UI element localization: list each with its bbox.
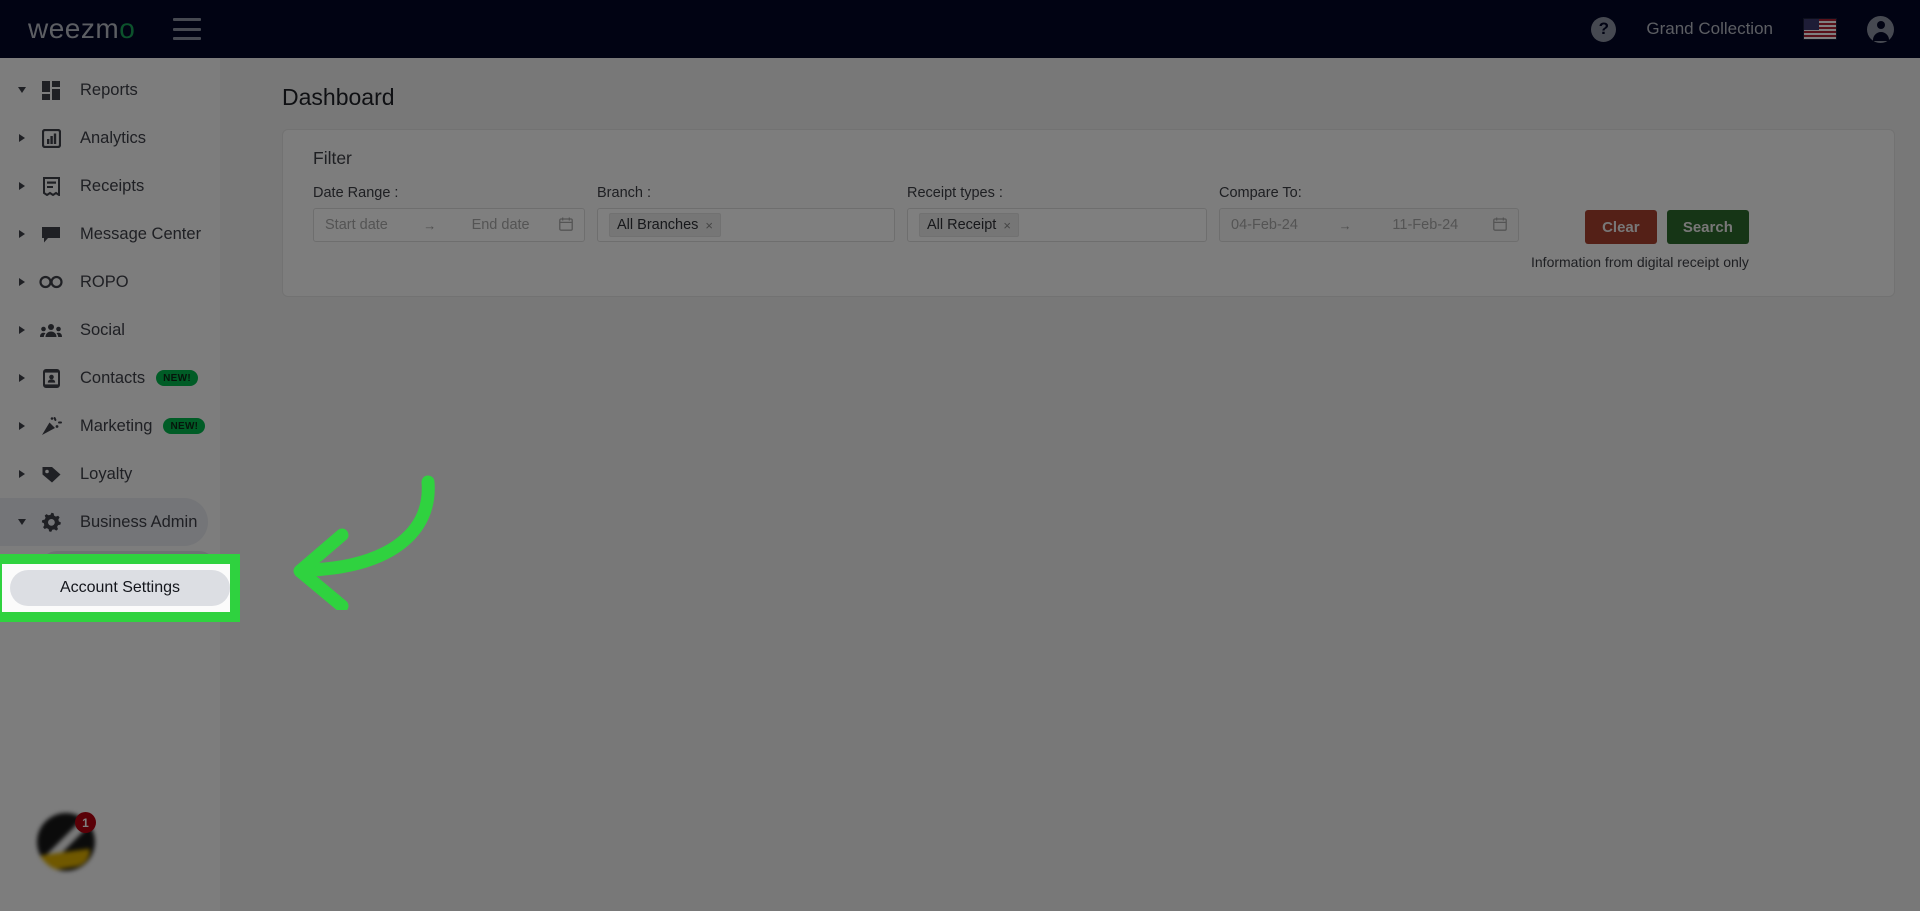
account-avatar-icon[interactable]	[1867, 15, 1894, 43]
badge-new: NEW!	[156, 370, 198, 386]
date-range-input[interactable]: Start date → End date	[313, 208, 585, 242]
sidebar-item-analytics[interactable]: Analytics	[0, 114, 208, 162]
filter-buttons-row: Clear Search	[1584, 210, 1749, 244]
receipt-types-select[interactable]: All Receipt ×	[907, 208, 1207, 242]
contact-card-icon	[36, 368, 66, 388]
compare-to-label: Compare To:	[1219, 185, 1302, 201]
highlighted-account-settings-label[interactable]: Account Settings	[10, 570, 230, 606]
sidebar-item-label: Message Center	[80, 224, 202, 243]
app-root: weezm o ? Grand Collection Reports Analy…	[0, 0, 1920, 911]
main-content: Dashboard Filter Date Range : Start date…	[220, 58, 1920, 911]
party-popper-icon	[36, 416, 66, 436]
compare-to-field: Compare To: 04-Feb-24 → 11-Feb-24	[1219, 185, 1519, 242]
receipt-icon	[36, 176, 66, 196]
chevron-right-icon	[14, 230, 30, 238]
chat-bubble-icon	[36, 225, 66, 244]
sidebar-item-receipts[interactable]: Receipts	[0, 162, 208, 210]
date-range-field: Date Range : Start date → End date	[313, 185, 585, 242]
sidebar-item-message-center[interactable]: Message Center	[0, 210, 208, 258]
filter-panel: Filter Date Range : Start date → End dat…	[282, 129, 1895, 297]
sidebar-item-label: Business Admin	[80, 512, 198, 531]
logo-accent-text: o	[119, 13, 136, 44]
compare-start-date[interactable]: 04-Feb-24	[1231, 217, 1298, 233]
chevron-right-icon	[14, 278, 30, 286]
chevron-right-icon	[14, 326, 30, 334]
sidebar-item-contacts[interactable]: Contacts NEW!	[0, 354, 208, 402]
top-navigation-bar: weezm o ? Grand Collection	[0, 0, 1920, 58]
chat-avatar-swoosh	[40, 848, 92, 871]
chevron-right-icon	[14, 374, 30, 382]
sidebar-item-label: Marketing	[80, 416, 153, 435]
sidebar-item-business-admin[interactable]: Business Admin	[0, 498, 208, 546]
infinity-icon	[36, 275, 66, 289]
sidebar-item-reports[interactable]: Reports	[0, 66, 208, 114]
people-group-icon	[36, 323, 66, 338]
sidebar-item-ropo[interactable]: ROPO	[0, 258, 208, 306]
account-name-label: Grand Collection	[1646, 19, 1773, 38]
close-icon[interactable]: ×	[705, 218, 713, 233]
weezmo-logo[interactable]: weezm o	[28, 13, 135, 45]
branch-tag-label: All Branches	[617, 217, 699, 233]
sidebar-item-social[interactable]: Social	[0, 306, 208, 354]
hamburger-line	[173, 27, 202, 31]
filter-panel-title: Filter	[313, 148, 352, 168]
filter-controls-row: Date Range : Start date → End date Branc…	[313, 185, 1864, 270]
chevron-down-icon	[14, 519, 30, 525]
sidebar-item-loyalty[interactable]: Loyalty	[0, 450, 208, 498]
tag-icon	[36, 465, 66, 484]
sidebar-item-label: Analytics	[80, 128, 147, 147]
bar-chart-icon	[36, 128, 66, 148]
date-range-label: Date Range :	[313, 185, 399, 201]
sidebar-item-label: Social	[80, 320, 125, 339]
sidebar-item-label: Loyalty	[80, 464, 133, 483]
highlight-box-account-settings[interactable]: Account Settings	[0, 554, 240, 622]
chevron-right-icon	[14, 470, 30, 478]
branch-field: Branch : All Branches ×	[597, 185, 895, 242]
notification-badge: 1	[75, 812, 96, 833]
close-icon[interactable]: ×	[1003, 218, 1011, 233]
badge-new: NEW!	[163, 418, 206, 434]
dashboard-grid-icon	[36, 80, 66, 100]
sidebar-navigation: Reports Analytics Receipts Message Cente…	[0, 58, 220, 911]
sidebar-item-label: Receipts	[80, 176, 145, 195]
sidebar-item-label: ROPO	[80, 272, 129, 291]
chevron-right-icon	[14, 134, 30, 142]
branch-label: Branch :	[597, 185, 651, 201]
flag-canton	[1804, 19, 1819, 30]
chevron-down-icon	[14, 87, 30, 93]
hamburger-menu-icon[interactable]	[173, 18, 202, 40]
compare-to-input[interactable]: 04-Feb-24 → 11-Feb-24	[1219, 208, 1519, 242]
chevron-right-icon	[14, 182, 30, 190]
receipt-type-tag: All Receipt ×	[919, 213, 1019, 237]
gear-icon	[36, 512, 66, 533]
date-range-separator-icon: →	[423, 217, 437, 233]
hamburger-line	[173, 18, 202, 21]
sidebar-item-marketing[interactable]: Marketing NEW!	[0, 402, 208, 450]
filter-note: Information from digital receipt only	[1531, 254, 1749, 270]
branch-tag: All Branches ×	[609, 213, 721, 237]
start-date-placeholder[interactable]: Start date	[325, 217, 388, 233]
sidebar-item-label: Contacts	[80, 368, 146, 387]
hamburger-line	[173, 37, 202, 40]
branch-select[interactable]: All Branches ×	[597, 208, 895, 242]
us-flag-icon[interactable]	[1803, 18, 1837, 40]
logo-text: weezm	[28, 13, 120, 44]
receipt-types-label: Receipt types :	[907, 185, 1003, 201]
receipt-type-tag-label: All Receipt	[927, 217, 997, 233]
calendar-icon[interactable]	[559, 217, 573, 233]
topbar-right-group: ? Grand Collection	[1591, 15, 1894, 43]
filter-actions: Clear Search Information from digital re…	[1531, 210, 1749, 270]
search-button[interactable]: Search	[1666, 210, 1749, 244]
clear-button[interactable]: Clear	[1584, 210, 1657, 244]
sidebar-item-label: Reports	[80, 80, 138, 99]
receipt-types-field: Receipt types : All Receipt ×	[907, 185, 1207, 242]
calendar-icon[interactable]	[1493, 217, 1507, 233]
chevron-right-icon	[14, 422, 30, 430]
help-icon[interactable]: ?	[1591, 16, 1617, 42]
compare-separator-icon: →	[1338, 217, 1352, 233]
page-title: Dashboard	[282, 84, 395, 110]
compare-end-date[interactable]: 11-Feb-24	[1392, 217, 1458, 233]
end-date-placeholder[interactable]: End date	[472, 217, 530, 233]
